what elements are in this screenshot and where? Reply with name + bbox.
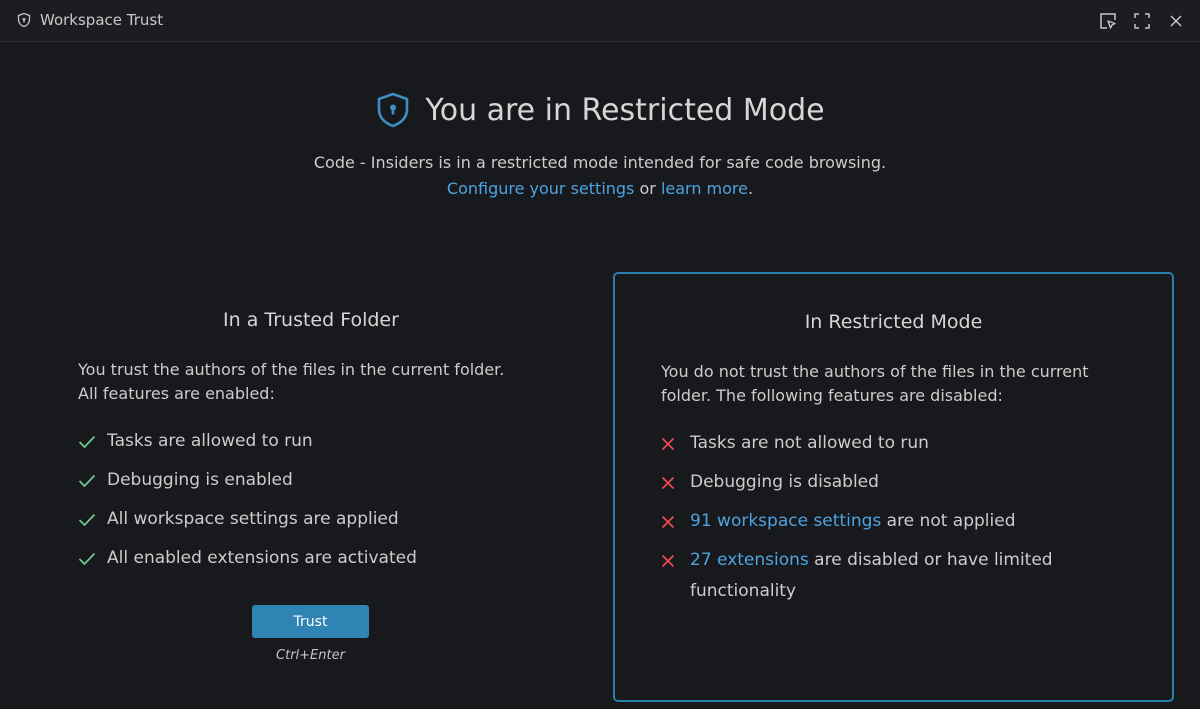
list-item: Tasks are allowed to run [78,429,417,457]
list-item: Tasks are not allowed to run [661,431,1131,459]
feature-text: All workspace settings are applied [107,509,399,529]
list-item: All workspace settings are applied [78,507,417,535]
feature-text: Debugging is disabled [690,472,879,492]
list-item: 27 extensions are disabled or have limit… [661,548,1131,607]
list-item: Debugging is enabled [78,468,417,496]
learn-more-link[interactable]: learn more [661,179,748,198]
restricted-mode-panel: In Restricted Mode You do not trust the … [613,272,1174,702]
restricted-panel-description: You do not trust the authors of the file… [661,362,1089,405]
shield-icon [16,12,32,28]
feature-text: All enabled extensions are activated [107,548,417,568]
tab-title: Workspace Trust [40,11,164,29]
list-item: 91 workspace settings are not applied [661,509,1131,537]
or-text: or [634,179,661,198]
restricted-mode-header: You are in Restricted Mode Code - Inside… [0,92,1200,202]
title-bar: Workspace Trust [0,0,1200,42]
pick-element-icon[interactable] [1094,8,1122,34]
shield-lock-icon [375,92,411,128]
feature-suffix: are not applied [881,511,1016,531]
list-item: All enabled extensions are activated [78,546,417,574]
restricted-feature-list: Tasks are not allowed to run Debugging i… [661,431,1131,618]
page-title: You are in Restricted Mode [425,92,825,128]
keyboard-shortcut: Ctrl+Enter [276,648,345,663]
mode-description: Code - Insiders is in a restricted mode … [313,153,887,172]
cross-icon [661,470,690,496]
check-icon [78,507,107,533]
cross-icon [661,509,690,535]
workspace-settings-link[interactable]: 91 workspace settings [690,511,881,531]
trusted-panel-title: In a Trusted Folder [223,309,399,331]
list-item: Debugging is disabled [661,470,1131,498]
cross-icon [661,548,690,574]
feature-text: Tasks are allowed to run [107,431,313,451]
cross-icon [661,431,690,457]
extensions-link[interactable]: 27 extensions [690,550,809,570]
feature-text: 91 workspace settings are not applied [690,506,1016,537]
check-icon [78,546,107,572]
check-icon [78,468,107,494]
maximize-icon[interactable] [1128,8,1156,34]
close-icon[interactable] [1162,8,1190,34]
restricted-panel-title: In Restricted Mode [804,311,983,333]
trusted-panel-description: You trust the authors of the files in th… [78,360,505,403]
period-text: . [748,179,754,198]
feature-text: Tasks are not allowed to run [690,433,929,453]
check-icon [78,429,107,455]
trust-button[interactable]: Trust [252,605,369,638]
configure-settings-link[interactable]: Configure your settings [447,179,635,198]
feature-text: 27 extensions are disabled or have limit… [690,545,1131,607]
trusted-folder-panel: In a Trusted Folder You trust the author… [28,272,594,702]
feature-text: Debugging is enabled [107,470,293,490]
trusted-feature-list: Tasks are allowed to run Debugging is en… [78,429,417,585]
help-links: Configure your settings or learn more. [0,176,1200,202]
